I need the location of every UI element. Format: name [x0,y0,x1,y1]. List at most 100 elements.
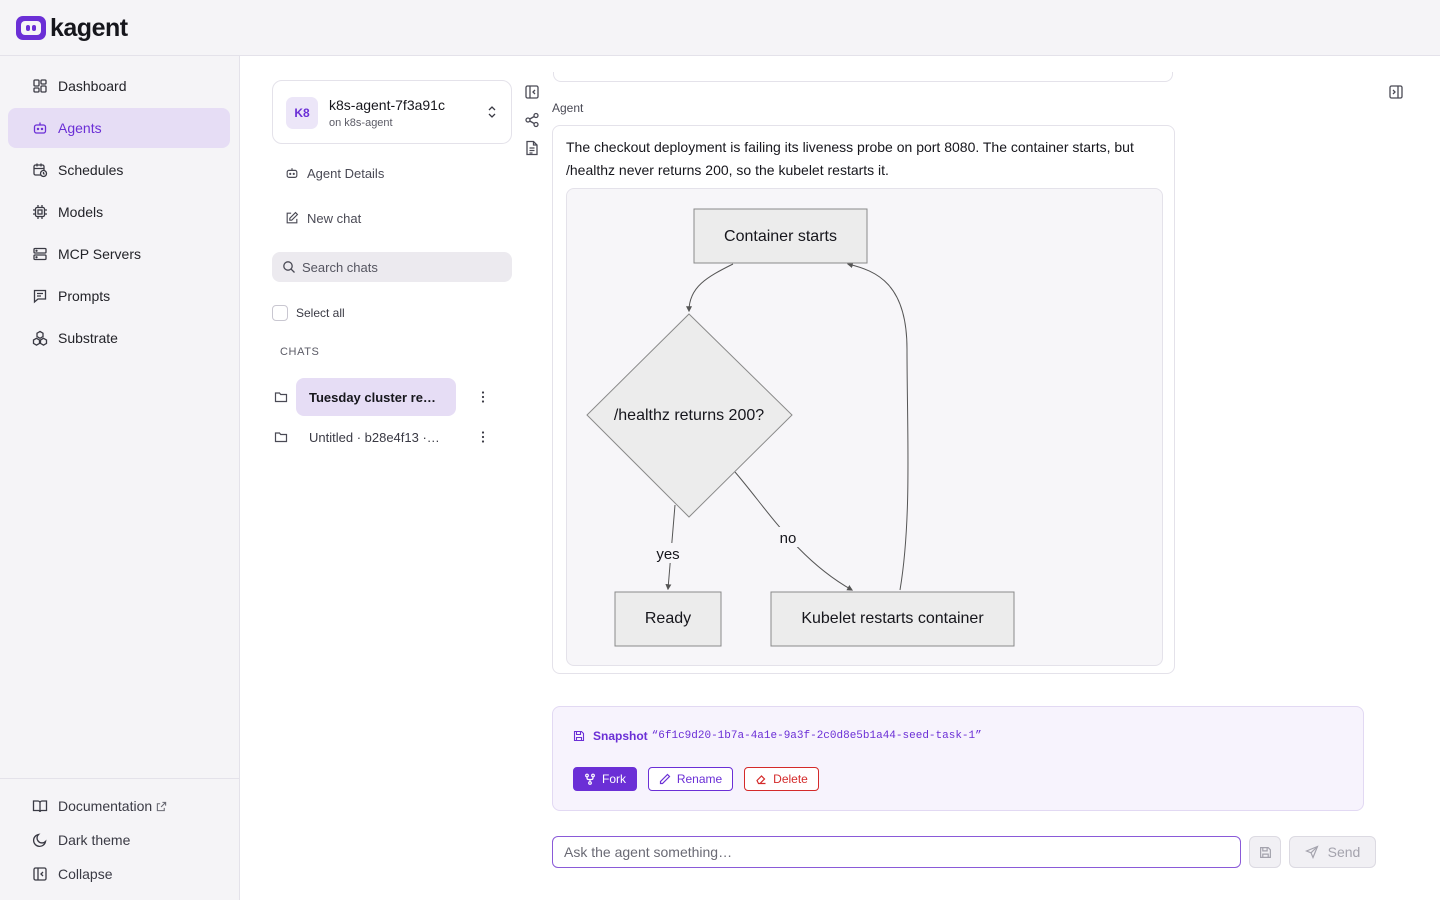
bot-icon [286,168,298,178]
bot-icon [33,122,47,134]
sidebar-item-models[interactable]: Models [8,192,230,232]
snapshot-id: “6f1c9d20-1b7a-4a1e-9a3f-2c0d8e5b1a44-se… [651,730,982,742]
chat-list-item: Tuesday cluster re… [272,378,512,416]
share-icon[interactable] [524,112,540,128]
more-vertical-icon[interactable] [476,389,490,405]
search-icon [283,261,295,273]
node-restart-label: Kubelet restarts container [801,610,984,627]
select-all-checkbox[interactable]: Select all [272,305,345,321]
dark-theme-label: Dark theme [58,832,131,848]
rename-label: Rename [676,772,723,786]
sidebar-item-substrate[interactable]: Substrate [8,318,230,358]
folder-icon[interactable] [274,390,288,404]
flowchart-svg: Container starts /healthz returns 200? R… [586,208,1015,647]
fork-button[interactable]: Fork [573,767,637,791]
sidebar-item-agents[interactable]: Agents [8,108,230,148]
agent-details-link[interactable]: Agent Details [285,163,384,183]
save-snapshot-button[interactable] [1249,836,1281,868]
search-input[interactable] [302,259,502,275]
chat-list-item: Untitled · b28e4f13 ·… [272,418,512,456]
agent-selector[interactable]: K8 k8s-agent-7f3a91c on k8s-agent [272,80,512,144]
fork-label: Fork [602,772,626,786]
rename-button[interactable]: Rename [648,767,733,791]
edge-start-to-decision [686,263,734,313]
edge-yes-label: yes [656,546,679,563]
server-icon [33,247,47,261]
message-composer [552,836,1241,868]
new-chat-label: New chat [307,210,362,226]
agent-message: The checkout deployment is failing its l… [552,125,1175,674]
app-logo[interactable]: kagent [16,13,128,43]
sidebar-item-label: Schedules [58,162,124,178]
chat-item-title[interactable]: Untitled · b28e4f13 ·… [296,418,456,456]
dark-theme-toggle[interactable]: Dark theme [32,830,130,850]
agent-details-label: Agent Details [307,165,385,181]
save-icon [573,730,585,742]
select-all-label: Select all [296,306,345,320]
sidebar: Dashboard Agents Schedules Models MCP Se… [0,56,240,900]
chevrons-up-down-icon [488,106,496,118]
file-text-icon[interactable] [524,140,540,156]
chat-item-title[interactable]: Tuesday cluster re… [296,378,456,416]
previous-message-edge [553,72,1173,82]
top-bar: kagent [0,0,1440,56]
pencil-icon [659,773,671,785]
agent-namespace: on k8s-agent [329,117,393,129]
snapshot-header: Snapshot “6f1c9d20-1b7a-4a1e-9a3f-2c0d8e… [573,729,982,743]
message-input[interactable] [564,844,1224,860]
flowchart-diagram: Container starts /healthz returns 200? R… [566,188,1163,666]
sidebar-item-label: Prompts [58,288,111,304]
edit-icon [286,211,299,224]
chat-search [272,252,512,282]
send-icon [1304,845,1319,859]
edge-no-label: no [780,530,797,547]
documentation-label: Documentation [58,798,153,814]
delete-button[interactable]: Delete [744,767,819,791]
agent-avatar: K8 [286,97,318,129]
chats-section-label: CHATS [280,346,320,358]
message-text: The checkout deployment is failing its l… [566,139,1134,178]
sidebar-item-mcp-servers[interactable]: MCP Servers [8,234,230,274]
moon-icon [32,833,47,848]
delete-label: Delete [773,772,808,786]
agent-name: k8s-agent-7f3a91c [329,97,445,113]
panel-left-close-icon [33,867,47,881]
snapshot-card: Snapshot “6f1c9d20-1b7a-4a1e-9a3f-2c0d8e… [552,706,1364,811]
sidebar-item-prompts[interactable]: Prompts [8,276,230,316]
panel-right-icon[interactable] [1388,84,1404,100]
calendar-clock-icon [33,163,48,178]
book-open-icon [32,800,48,813]
git-fork-icon [585,773,595,785]
collapse-sidebar-button[interactable]: Collapse [32,864,112,884]
dashboard-icon [33,79,47,93]
sidebar-item-label: Models [58,204,104,220]
documentation-link[interactable]: Documentation [32,796,167,816]
panel-left-close-icon[interactable] [524,84,540,100]
node-start-label: Container starts [724,228,837,245]
send-label: Send [1327,844,1361,860]
save-icon [1259,846,1271,858]
eraser-icon [756,775,766,785]
more-vertical-icon[interactable] [476,429,490,445]
sidebar-item-label: Dashboard [58,78,127,94]
kagent-logo-icon [16,16,46,40]
node-ready-label: Ready [645,610,691,627]
sidebar-item-label: MCP Servers [58,246,141,262]
external-link-icon [156,801,167,811]
sidebar-item-label: Agents [58,120,102,136]
folder-icon[interactable] [274,430,288,444]
snapshot-title: Snapshot [593,729,648,743]
new-chat-button[interactable]: New chat [285,208,361,228]
sidebar-item-schedules[interactable]: Schedules [8,150,230,190]
message-square-icon [33,289,47,304]
node-decision-label: /healthz returns 200? [614,407,764,424]
boxes-icon [32,330,48,346]
sidebar-item-dashboard[interactable]: Dashboard [8,66,230,106]
message-role-label: Agent [552,101,584,115]
sidebar-divider [0,778,239,779]
collapse-label: Collapse [58,866,113,882]
sidebar-item-label: Substrate [58,330,118,346]
app-name: kagent [50,13,128,42]
checkbox[interactable] [272,305,288,321]
send-button[interactable]: Send [1289,836,1376,868]
